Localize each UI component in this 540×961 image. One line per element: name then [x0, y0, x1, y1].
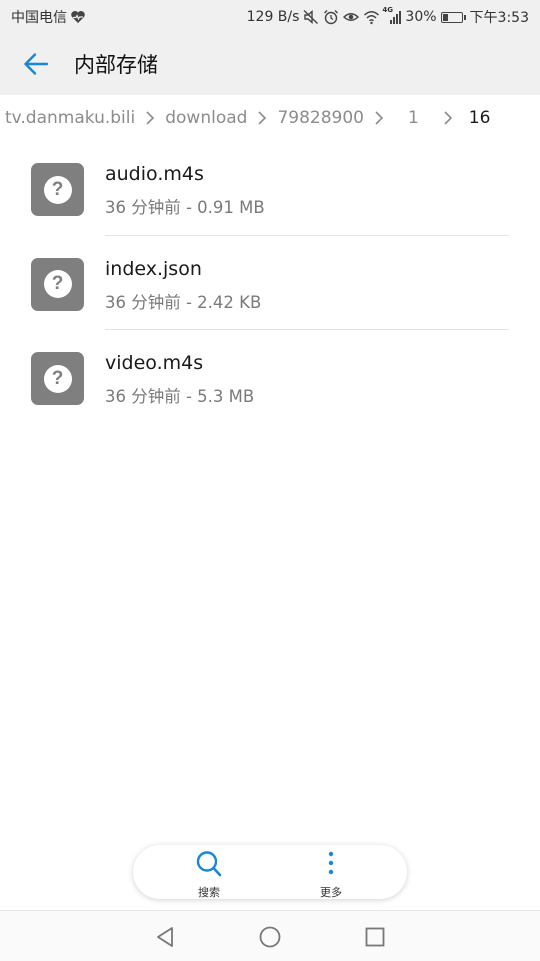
nav-back-button[interactable] — [151, 923, 179, 951]
network-type-label: 4G — [382, 6, 394, 14]
eye-icon — [343, 9, 360, 25]
wifi-icon — [363, 9, 380, 25]
file-meta: 36 分钟前 - 0.91 MB — [105, 198, 265, 217]
battery-percent-label: 30% — [405, 9, 437, 25]
app-bar: 内部存储 — [0, 33, 540, 95]
breadcrumb: tv.danmaku.bili download 79828900 1 16 — [0, 95, 540, 141]
file-meta: 36 分钟前 - 2.42 KB — [105, 292, 262, 312]
file-name: audio.m4s — [105, 163, 204, 185]
chevron-right-icon — [368, 110, 390, 126]
search-label: 搜索 — [198, 886, 220, 899]
chevron-right-icon — [437, 110, 459, 126]
carrier-label: 中国电信 — [11, 10, 67, 26]
bottom-toolbar: 搜索 更多 — [133, 845, 407, 899]
nav-recents-button[interactable] — [361, 923, 389, 951]
file-meta: 36 分钟前 - 5.3 MB — [105, 387, 255, 406]
status-bar: 中国电信 129 B/s 4G 30% 下午3:53 — [0, 0, 540, 33]
file-row-video[interactable]: ? video.m4s 36 分钟前 - 5.3 MB — [0, 330, 540, 425]
circle-home-icon — [259, 926, 281, 948]
nav-home-button[interactable] — [256, 923, 284, 951]
more-label: 更多 — [320, 886, 342, 899]
page-title: 内部存储 — [74, 53, 158, 77]
file-row-index[interactable]: ? index.json 36 分钟前 - 2.42 KB — [0, 236, 540, 330]
breadcrumb-item-package[interactable]: tv.danmaku.bili — [0, 108, 139, 128]
search-icon — [196, 851, 222, 877]
unknown-file-icon: ? — [31, 257, 84, 311]
triangle-back-icon — [157, 927, 173, 947]
breadcrumb-item-current[interactable]: 16 — [459, 108, 495, 128]
more-vert-icon — [328, 851, 334, 875]
unknown-file-icon: ? — [31, 163, 84, 216]
breadcrumb-item-part[interactable]: 1 — [390, 108, 437, 128]
file-list: ? audio.m4s 36 分钟前 - 0.91 MB ? index.jso… — [0, 141, 540, 425]
breadcrumb-item-id[interactable]: 79828900 — [273, 108, 368, 128]
net-speed-label: 129 B/s — [246, 9, 300, 25]
file-row-audio[interactable]: ? audio.m4s 36 分钟前 - 0.91 MB — [0, 141, 540, 236]
mute-icon — [303, 9, 319, 25]
file-name: index.json — [105, 257, 202, 280]
system-nav-bar — [0, 910, 540, 961]
more-button[interactable]: 更多 — [291, 849, 371, 900]
square-recents-icon — [365, 927, 385, 947]
back-arrow-icon — [24, 53, 49, 75]
signal-icon: 4G — [382, 6, 402, 25]
chevron-right-icon — [251, 110, 273, 126]
breadcrumb-item-download[interactable]: download — [161, 108, 251, 128]
back-button[interactable] — [18, 46, 54, 82]
heart-pulse-icon — [70, 9, 86, 25]
chevron-right-icon — [139, 110, 161, 126]
file-name: video.m4s — [105, 352, 204, 374]
alarm-icon — [323, 9, 339, 25]
clock-label: 下午3:53 — [469, 10, 529, 26]
unknown-file-icon: ? — [31, 352, 84, 405]
battery-level-fill — [442, 13, 448, 21]
battery-icon — [440, 11, 466, 23]
search-button[interactable]: 搜索 — [169, 849, 249, 900]
